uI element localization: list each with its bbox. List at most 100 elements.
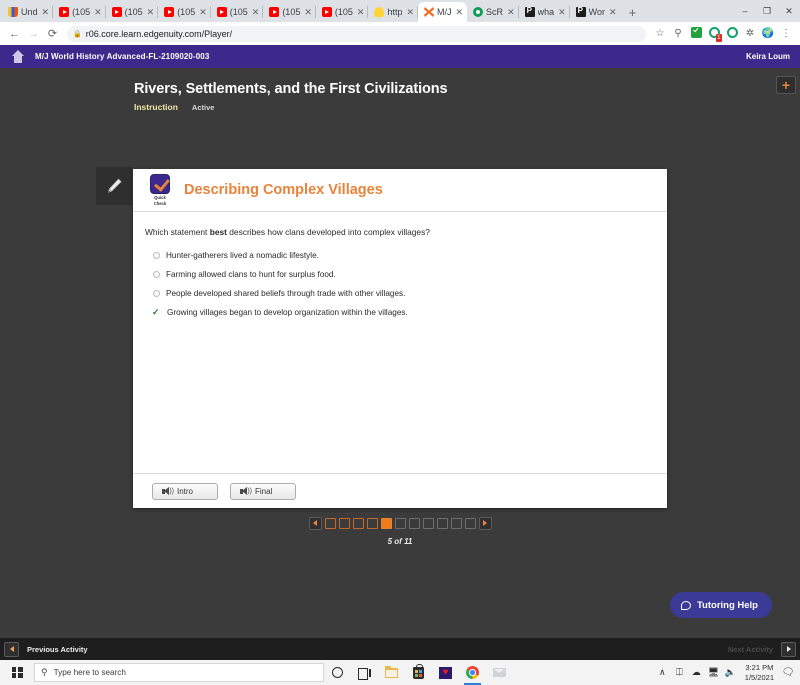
answer-option[interactable]: Hunter-gatherers lived a nomadic lifesty…	[145, 246, 653, 265]
close-icon[interactable]: ✕	[252, 7, 260, 17]
cortana-button[interactable]	[324, 660, 351, 685]
answer-option[interactable]: People developed shared beliefs through …	[145, 284, 653, 303]
volume-icon[interactable]: 🔈	[722, 667, 739, 678]
taskbar-clock[interactable]: 3:21 PM 1/5/2021	[739, 663, 780, 682]
maximize-button[interactable]: ❐	[756, 6, 778, 17]
next-activity-arrow[interactable]	[781, 641, 796, 657]
extension-badge-icon[interactable]: 1	[706, 26, 722, 42]
back-icon[interactable]: ←	[6, 28, 23, 40]
page-dot[interactable]	[352, 517, 364, 529]
close-icon[interactable]: ✕	[507, 7, 515, 17]
final-audio-button[interactable]: )) Final	[230, 482, 296, 500]
close-icon[interactable]: ✕	[456, 7, 464, 17]
browser-tab[interactable]: wha ✕	[519, 2, 570, 22]
browser-tab[interactable]: (105 ✕	[158, 2, 211, 22]
intro-audio-button[interactable]: )) Intro	[152, 482, 218, 500]
close-icon[interactable]: ✕	[406, 7, 414, 17]
extensions-puzzle-icon[interactable]: ✲	[742, 28, 758, 39]
page-dot-current[interactable]	[380, 517, 392, 529]
close-icon[interactable]: ✕	[609, 7, 617, 17]
microsoft-store-button[interactable]	[405, 660, 432, 685]
show-hidden-icons-chevron[interactable]: ∧	[654, 667, 671, 678]
chrome-menu-icon[interactable]: ⋮	[778, 28, 794, 39]
user-name-label[interactable]: Keira Loum	[746, 52, 790, 61]
close-icon[interactable]: ✕	[147, 7, 155, 17]
new-tab-button[interactable]: +	[621, 5, 645, 22]
cortana-icon	[332, 667, 343, 678]
star-icon[interactable]: ☆	[652, 28, 668, 39]
tab-instruction[interactable]: Instruction	[134, 102, 178, 112]
add-note-button[interactable]: +	[776, 76, 796, 94]
action-center-icon[interactable]: 🗨	[780, 667, 796, 678]
tab-title: (105	[334, 7, 353, 17]
page-dot[interactable]	[394, 517, 406, 529]
grammarly-extension-icon[interactable]	[724, 26, 740, 41]
close-icon[interactable]: ✕	[94, 7, 102, 17]
profile-avatar-icon[interactable]: 🌍	[760, 28, 776, 39]
page-dot[interactable]	[464, 517, 476, 529]
file-explorer-icon	[385, 665, 398, 678]
page-dot[interactable]	[366, 517, 378, 529]
close-window-button[interactable]: ✕	[778, 6, 800, 17]
lens-icon[interactable]: ⚲	[670, 28, 686, 39]
green-check-extension-icon[interactable]	[688, 26, 704, 41]
radio-button-icon[interactable]	[153, 290, 160, 297]
prev-page-arrow[interactable]	[308, 516, 322, 530]
url-input[interactable]: 🔒 r06.core.learn.edgenuity.com/Player/	[67, 25, 646, 42]
page-dot[interactable]	[422, 517, 434, 529]
close-icon[interactable]: ✕	[42, 7, 50, 17]
page-dot[interactable]	[436, 517, 448, 529]
page-counter-label: 5 of 11	[387, 537, 413, 546]
browser-tab[interactable]: Und ✕	[2, 2, 54, 22]
answer-option[interactable]: Farming allowed clans to hunt for surplu…	[145, 265, 653, 284]
page-dot[interactable]	[338, 517, 350, 529]
plus-icon: +	[781, 77, 791, 93]
previous-activity-label[interactable]: Previous Activity	[27, 645, 88, 654]
tab-active[interactable]: Active	[192, 103, 215, 112]
close-icon[interactable]: ✕	[558, 7, 566, 17]
browser-tab[interactable]: (105 ✕	[263, 2, 316, 22]
task-view-button[interactable]	[351, 660, 378, 685]
radio-button-icon[interactable]	[153, 252, 160, 259]
close-icon[interactable]: ✕	[304, 7, 312, 17]
answer-option-label: Growing villages began to develop organi…	[167, 308, 408, 317]
file-explorer-button[interactable]	[378, 660, 405, 685]
youtube-icon	[269, 7, 280, 17]
close-icon[interactable]: ✕	[199, 7, 207, 17]
onedrive-cloud-icon[interactable]: ☁	[688, 667, 705, 678]
forward-icon[interactable]: →	[25, 28, 42, 40]
next-page-arrow[interactable]	[478, 516, 492, 530]
reload-icon[interactable]: ⟳	[44, 27, 61, 40]
radio-button-icon[interactable]	[153, 271, 160, 278]
browser-tab[interactable]: (105 ✕	[211, 2, 264, 22]
browser-tab[interactable]: (105 ✕	[106, 2, 159, 22]
minimize-button[interactable]: –	[734, 6, 756, 16]
tab-title: (105	[229, 7, 248, 17]
browser-tab[interactable]: (105 ✕	[316, 2, 369, 22]
mail-button[interactable]	[486, 660, 513, 685]
tab-title: ScR	[486, 7, 504, 17]
browser-tab[interactable]: (105 ✕	[53, 2, 106, 22]
onedrive-sync-icon[interactable]: ⎅	[671, 667, 688, 678]
previous-activity-arrow[interactable]	[4, 641, 19, 657]
start-button[interactable]	[0, 667, 34, 678]
heart-app-button[interactable]: ♥	[432, 660, 459, 685]
tutoring-help-button[interactable]: Tutoring Help	[669, 592, 772, 618]
browser-tab-active[interactable]: M/J ✕	[418, 2, 468, 22]
clock-date: 1/5/2021	[744, 672, 774, 682]
close-icon[interactable]: ✕	[357, 7, 365, 17]
answer-option-correct[interactable]: ✓ Growing villages began to develop orga…	[145, 303, 653, 322]
page-dot[interactable]	[450, 517, 462, 529]
network-icon[interactable]: 🖥	[705, 667, 722, 678]
browser-tab[interactable]: Wor ✕	[570, 2, 621, 22]
pencil-icon	[108, 178, 122, 193]
page-dot[interactable]	[408, 517, 420, 529]
home-icon[interactable]	[10, 50, 26, 63]
taskbar-search-input[interactable]: ⚲ Type here to search	[34, 663, 324, 682]
page-dot[interactable]	[324, 517, 336, 529]
chrome-button[interactable]	[459, 660, 486, 685]
heart-app-icon: ♥	[439, 666, 452, 679]
browser-tab[interactable]: ScR ✕	[467, 2, 519, 22]
browser-tab[interactable]: http ✕	[368, 2, 418, 22]
pencil-tool-button[interactable]	[96, 167, 132, 205]
